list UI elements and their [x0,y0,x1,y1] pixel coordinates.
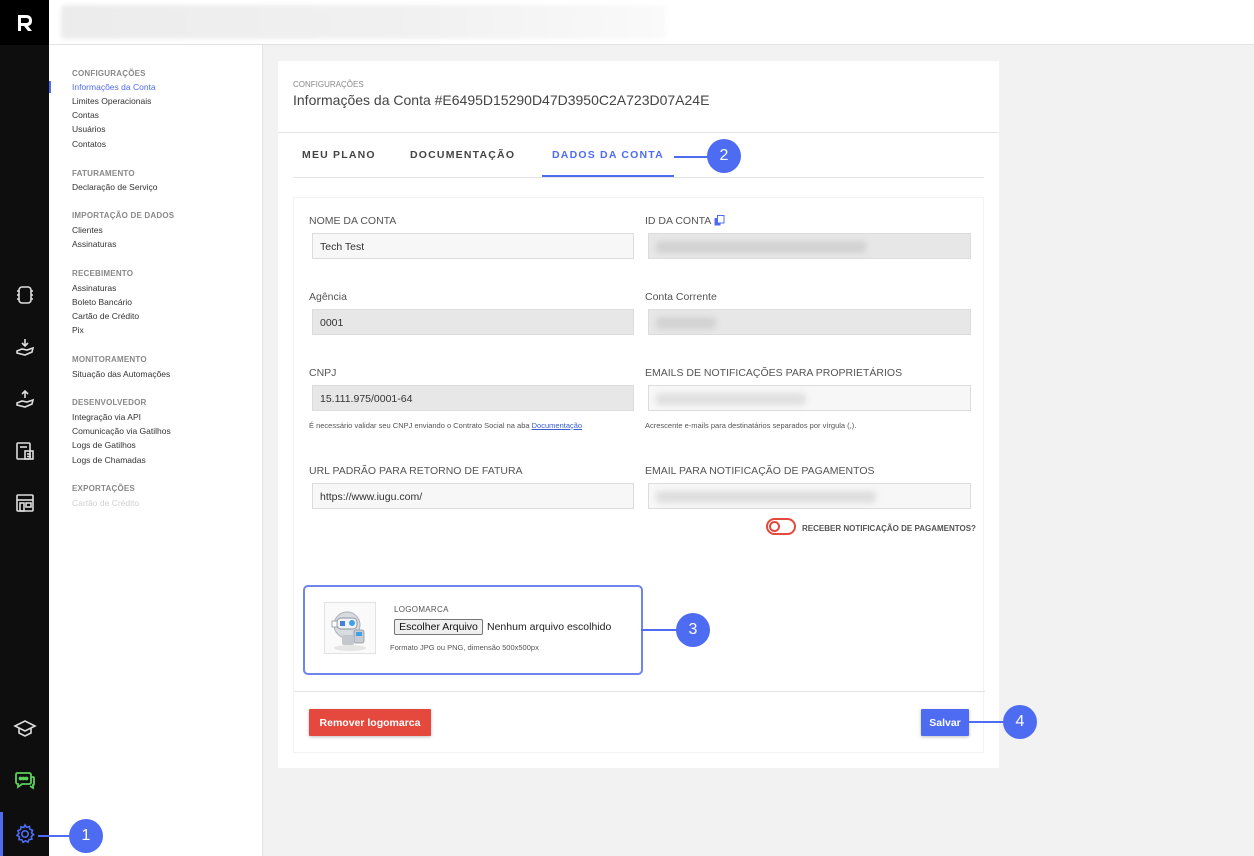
callout-badge: 2 [707,139,741,173]
checking-account-label: Conta Corrente [645,291,717,303]
sidebar-section-title: EXPORTAÇÕES [72,484,135,493]
settings-icon[interactable] [0,814,49,854]
callout-badge: 4 [1003,705,1037,739]
account-id-label: ID DA CONTA [645,215,725,229]
owner-emails-hint: Acrescente e-mails para destinatários se… [645,421,857,430]
chat-icon[interactable] [0,760,49,800]
callout-badge: 1 [69,819,103,853]
sidebar-item-api-integration[interactable]: Integração via API [72,412,141,422]
blurred-value [656,241,866,253]
tab-documentation[interactable]: DOCUMENTAÇÃO [410,149,515,161]
logo-thumbnail [324,602,376,654]
receive-money-icon[interactable] [0,327,49,367]
header-divider [278,132,999,133]
owner-emails-label: EMAILS DE NOTIFICAÇÕES PARA PROPRIETÁRIO… [645,367,903,379]
callout-connector [641,629,679,631]
sidebar-item-export-credit-card[interactable]: Cartão de Crédito [72,498,139,508]
callout-connector [968,721,1006,723]
blurred-header-content [61,5,666,39]
account-id-field [648,233,971,259]
cnpj-label: CNPJ [309,367,337,379]
sidebar-item-trigger-logs[interactable]: Logs de Gatilhos [72,440,136,450]
tab-account-data[interactable]: DADOS DA CONTA [552,149,664,161]
logo-icon[interactable] [0,0,49,45]
return-url-label: URL PADRÃO PARA RETORNO DE FATURA [309,465,523,477]
choose-file-button[interactable]: Escolher Arquivo [394,619,483,635]
sidebar-item-credit-card[interactable]: Cartão de Crédito [72,311,139,321]
copy-icon[interactable] [714,215,725,229]
return-url-field[interactable]: https://www.iugu.com/ [312,483,634,509]
sidebar-item-subscriptions[interactable]: Assinaturas [72,283,116,293]
sidebar-selected-indicator [49,81,51,93]
callout-badge: 3 [676,613,710,647]
sidebar-item-account-info[interactable]: Informações da Conta [72,82,156,92]
sidebar-item-contacts[interactable]: Contatos [72,139,106,149]
payment-email-label: EMAIL PARA NOTIFICAÇÃO DE PAGAMENTOS [645,465,875,477]
cnpj-hint: É necessário validar seu CNPJ enviando o… [309,421,582,430]
logo-title: LOGOMARCA [394,605,449,614]
store-icon[interactable] [0,483,49,523]
cnpj-field: 15.111.975/0001-64 [312,385,634,411]
breadcrumb: CONFIGURAÇÕES [293,80,364,89]
blurred-value [656,491,876,503]
file-name-text: Nenhum arquivo escolhido [487,621,612,633]
toggle-knob [769,521,780,532]
sidebar-item-service-declaration[interactable]: Declaração de Serviço [72,182,158,192]
invoice-icon[interactable] [0,275,49,315]
callout-connector [674,156,710,158]
blurred-value [656,393,806,405]
agency-label: Agência [309,291,347,303]
footer-divider [294,691,985,692]
sidebar-section-title: FATURAMENTO [72,169,135,178]
save-button[interactable]: Salvar [921,709,969,736]
sidebar-item-import-subscriptions[interactable]: Assinaturas [72,239,116,249]
sidebar-section-title: CONFIGURAÇÕES [72,69,146,78]
logo-upload-box: LOGOMARCA Escolher Arquivo Nenhum arquiv… [303,585,643,675]
account-name-label: NOME DA CONTA [309,215,397,227]
sidebar-section-title: RECEBIMENTO [72,269,134,278]
sidebar-item-bank-slip[interactable]: Boleto Bancário [72,297,132,307]
tabs-divider [293,177,984,178]
sidebar-item-call-logs[interactable]: Logs de Chamadas [72,455,146,465]
documentation-link[interactable]: Documentação [532,421,582,430]
sidebar-section-title: IMPORTAÇÃO DE DADOS [72,211,175,220]
sidebar-item-pix[interactable]: Pix [72,325,84,335]
sidebar-item-operational-limits[interactable]: Limites Operacionais [72,96,151,106]
account-data-panel: NOME DA CONTA Tech Test ID DA CONTA Agên… [293,197,985,753]
icon-rail [0,0,49,856]
payment-notification-toggle-label: RECEBER NOTIFICAÇÃO DE PAGAMENTOS? [802,524,976,533]
sidebar-item-automations-status[interactable]: Situação das Automações [72,369,170,379]
send-money-icon[interactable] [0,379,49,419]
remove-logo-button[interactable]: Remover logomarca [309,709,431,736]
sidebar-item-trigger-communication[interactable]: Comunicação via Gatilhos [72,426,171,436]
sidebar-item-import-clients[interactable]: Clientes [72,225,103,235]
calculator-icon[interactable] [0,431,49,471]
account-id-label-text: ID DA CONTA [645,215,711,227]
logo-format-hint: Formato JPG ou PNG, dimensão 500x500px [390,643,539,652]
payment-notification-toggle[interactable] [766,518,796,535]
blurred-value [656,317,716,329]
sidebar-section-title: DESENVOLVEDOR [72,398,147,407]
settings-sidebar: CONFIGURAÇÕES Informações da Conta Limit… [49,45,263,856]
sidebar-item-accounts[interactable]: Contas [72,110,99,120]
academy-icon[interactable] [0,708,49,748]
account-name-field[interactable]: Tech Test [312,233,634,259]
sidebar-section-title: MONITORAMENTO [72,355,147,364]
page-title: Informações da Conta #E6495D15290D47D395… [293,92,710,108]
top-bar [49,0,1254,45]
account-info-card: CONFIGURAÇÕES Informações da Conta #E649… [278,61,999,768]
sidebar-item-users[interactable]: Usuários [72,124,106,134]
payment-email-field[interactable] [648,483,971,509]
owner-emails-field[interactable] [648,385,971,411]
checking-account-field [648,309,971,335]
agency-field: 0001 [312,309,634,335]
tab-my-plan[interactable]: MEU PLANO [302,149,376,161]
cnpj-hint-text: É necessário validar seu CNPJ enviando o… [309,421,532,430]
